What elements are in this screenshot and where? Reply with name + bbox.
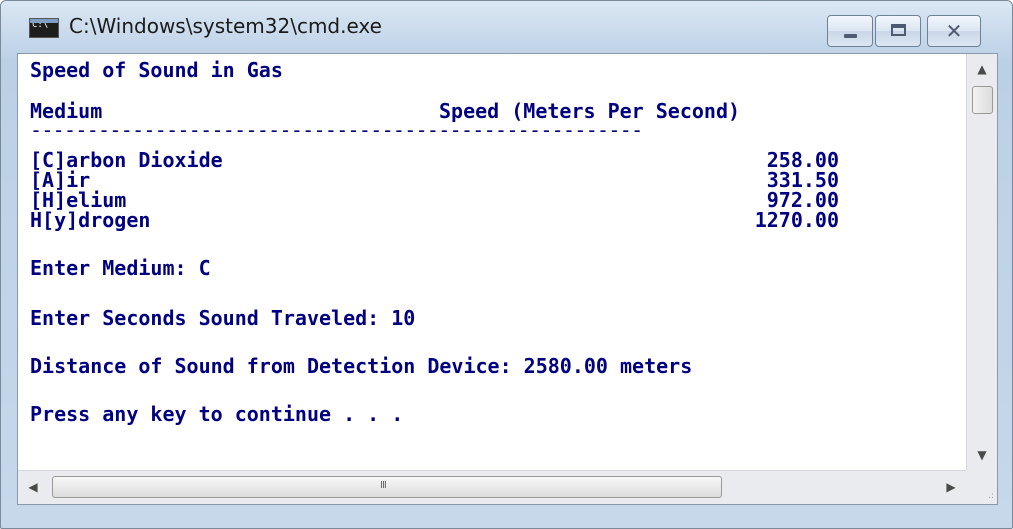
scroll-right-arrow-icon[interactable]: ▶: [936, 471, 966, 504]
table-row-speed: 258.00: [766, 148, 839, 172]
console-output[interactable]: Speed of Sound in Gas Medium Speed (Mete…: [18, 54, 966, 470]
size-grip-icon[interactable]: .:: [988, 492, 994, 501]
prompt-medium: Enter Medium: C: [30, 256, 211, 280]
scrollbar-corner: .:: [966, 470, 997, 504]
window-title: C:\Windows\system32\cmd.exe: [69, 14, 382, 38]
scroll-grip-icon: III: [380, 480, 387, 491]
table-row-speed: 331.50: [766, 168, 839, 192]
cmd-window: C:\ C:\Windows\system32\cmd.exe ✕ Speed …: [0, 0, 1013, 529]
table-row-medium: [C]arbon Dioxide: [30, 148, 223, 172]
table-row-medium: [A]ir: [30, 168, 91, 192]
maximize-icon: [891, 24, 906, 36]
console-heading: Speed of Sound in Gas: [30, 58, 283, 82]
scroll-up-arrow-icon[interactable]: ▲: [967, 54, 997, 84]
close-button[interactable]: ✕: [927, 15, 981, 47]
vertical-scrollbar[interactable]: ▲ ▼: [966, 54, 997, 470]
table-row-medium: H[y]drogen: [30, 208, 151, 232]
close-icon: ✕: [945, 19, 963, 43]
prompt-seconds: Enter Seconds Sound Traveled: 10: [30, 306, 416, 330]
minimize-icon: [844, 34, 857, 38]
scroll-down-arrow-icon[interactable]: ▼: [967, 440, 997, 470]
result-distance: Distance of Sound from Detection Device:…: [30, 354, 693, 378]
vertical-scroll-thumb[interactable]: [972, 86, 993, 114]
cmd-app-icon[interactable]: C:\: [29, 18, 59, 38]
scroll-left-arrow-icon[interactable]: ◀: [18, 471, 48, 504]
table-row-speed: 972.00: [766, 188, 839, 212]
title-bar[interactable]: C:\ C:\Windows\system32\cmd.exe ✕: [1, 1, 1012, 53]
console-client-area: Speed of Sound in Gas Medium Speed (Mete…: [17, 53, 998, 505]
table-row-speed: 1270.00: [754, 208, 839, 232]
maximize-button[interactable]: [875, 15, 921, 47]
horizontal-scroll-thumb[interactable]: III: [52, 476, 722, 498]
minimize-button[interactable]: [827, 15, 873, 47]
table-row-medium: [H]elium: [30, 188, 127, 212]
horizontal-scrollbar[interactable]: ◀ III ▶: [18, 470, 966, 504]
press-any-key: Press any key to continue . . .: [30, 402, 404, 426]
table-separator: ----------------------------------------…: [30, 118, 643, 142]
